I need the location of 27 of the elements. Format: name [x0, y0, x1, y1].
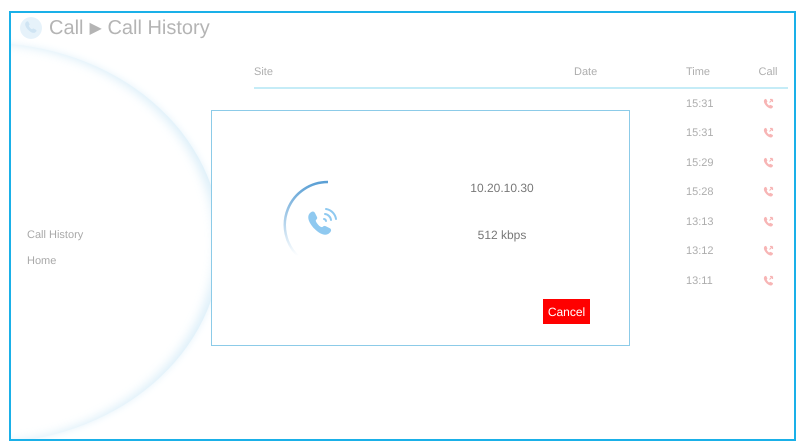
time-cell-text: 15:31 [686, 127, 715, 140]
page-title: Call History [107, 16, 210, 40]
phone-call-icon[interactable] [762, 186, 774, 198]
column-header: Date [574, 66, 598, 78]
time-cell-text: 15:28 [686, 186, 715, 198]
time-cell-text: 15:29 [686, 156, 715, 169]
time-cell-text: 13:13 [686, 216, 715, 228]
phone-call-icon[interactable] [762, 156, 774, 169]
column-header: Time [686, 66, 712, 78]
bitrate: 512 kbps [476, 228, 528, 242]
column-header: Call [758, 66, 778, 78]
time-cell-text: 13:11 [686, 274, 714, 287]
time-cell-text: 15:31 [686, 98, 715, 110]
sidebar-item[interactable]: Call History [27, 229, 210, 255]
phone-call-icon[interactable] [762, 216, 774, 228]
ip-address: 10.20.10.30 [469, 181, 535, 197]
cancel-button[interactable]: Cancel [543, 299, 590, 324]
breadcrumb-separator: ▶ [89, 19, 102, 38]
sidebar-item[interactable]: Home [27, 255, 210, 281]
phone-call-icon[interactable] [762, 245, 774, 258]
breadcrumb-link[interactable]: Call [49, 16, 84, 40]
column-header: Site [254, 66, 274, 78]
phone-call-icon[interactable] [762, 127, 774, 140]
phone-icon [19, 16, 43, 40]
phone-call-icon[interactable] [762, 98, 774, 110]
time-cell-text: 13:12 [686, 245, 715, 258]
phone-call-icon[interactable] [762, 274, 774, 287]
